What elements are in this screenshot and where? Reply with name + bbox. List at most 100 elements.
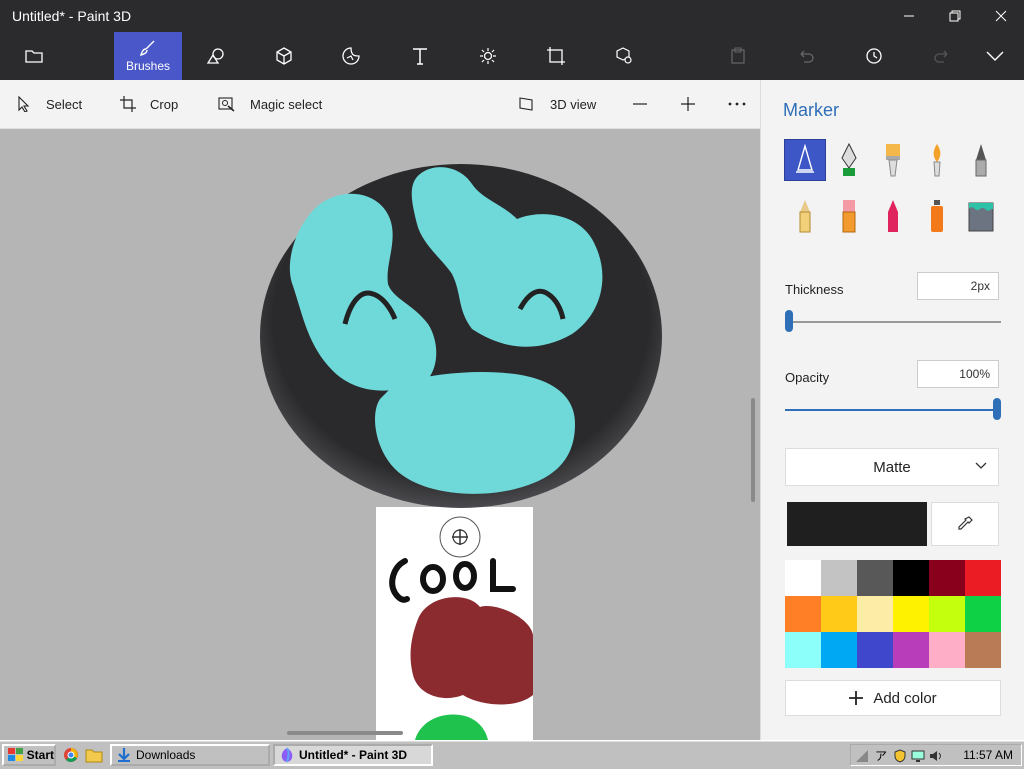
undo-icon — [800, 50, 814, 63]
brushes-tool-button[interactable]: Brushes — [114, 32, 182, 80]
explorer-quicklaunch-icon[interactable] — [85, 747, 103, 768]
crop-button[interactable]: Crop — [120, 80, 178, 128]
fill-bucket-button[interactable] — [961, 196, 1001, 236]
undo-button[interactable] — [772, 32, 840, 80]
oil-brush-button[interactable] — [873, 140, 913, 180]
shield-icon[interactable] — [893, 749, 907, 763]
history-icon — [866, 48, 882, 64]
eyedropper-icon — [958, 516, 973, 530]
restore-button[interactable] — [932, 0, 978, 32]
color-swatch[interactable] — [857, 632, 893, 668]
chevron-down-icon — [986, 51, 1004, 61]
start-label: Start — [26, 748, 54, 762]
downloads-taskbar-button[interactable]: Downloads — [110, 744, 270, 766]
zoom-in-button[interactable] — [680, 80, 710, 128]
marker-brush-button[interactable] — [784, 139, 826, 181]
start-button[interactable]: Start — [2, 744, 56, 766]
2d-shapes-tool-button[interactable] — [182, 32, 250, 80]
brush-icon — [139, 40, 155, 57]
calligraphy-pen-button[interactable] — [829, 140, 869, 180]
3d-library-icon — [616, 47, 632, 64]
eyedropper-button[interactable] — [931, 502, 999, 546]
more-options-button[interactable] — [728, 80, 760, 128]
watercolor-button[interactable] — [917, 140, 957, 180]
finish-dropdown[interactable]: Matte — [785, 448, 999, 486]
select-button[interactable]: Select — [16, 80, 82, 128]
eraser-button[interactable] — [829, 196, 869, 236]
text-tool-button[interactable] — [386, 32, 454, 80]
current-color-swatch[interactable] — [787, 502, 927, 546]
menu-button[interactable] — [0, 32, 68, 80]
volume-icon[interactable] — [929, 749, 943, 763]
monitor-icon[interactable] — [911, 749, 925, 763]
color-swatch[interactable] — [821, 560, 857, 596]
3d-library-tool-button[interactable] — [590, 32, 658, 80]
color-swatch[interactable] — [965, 560, 1001, 596]
history-button[interactable] — [840, 32, 908, 80]
color-swatch[interactable] — [929, 596, 965, 632]
color-swatch[interactable] — [893, 632, 929, 668]
color-swatch[interactable] — [929, 560, 965, 596]
color-swatch[interactable] — [965, 596, 1001, 632]
minimize-button[interactable] — [886, 0, 932, 32]
color-swatch[interactable] — [893, 596, 929, 632]
command-bar: Select Crop Magic select 3D view — [0, 80, 760, 129]
pixel-pen-button[interactable] — [961, 140, 1001, 180]
close-button[interactable] — [978, 0, 1024, 32]
color-swatch[interactable] — [857, 596, 893, 632]
paste-button[interactable] — [704, 32, 772, 80]
select-label: Select — [46, 96, 83, 112]
cursor-icon — [18, 96, 30, 112]
network-status-icon[interactable] — [855, 749, 869, 763]
thickness-slider-track[interactable] — [785, 321, 1001, 323]
color-swatch[interactable] — [785, 632, 821, 668]
opacity-slider-thumb[interactable] — [993, 398, 1001, 420]
3d-view-icon — [519, 97, 533, 111]
opacity-label: Opacity — [785, 370, 830, 385]
3d-view-button[interactable]: 3D view — [518, 80, 596, 128]
3d-shapes-tool-button[interactable] — [250, 32, 318, 80]
thickness-slider-thumb[interactable] — [785, 310, 794, 332]
magic-select-button[interactable]: Magic select — [218, 80, 322, 128]
color-swatch[interactable] — [893, 560, 929, 596]
paste-icon — [731, 47, 745, 64]
add-color-button[interactable]: Add color — [785, 680, 1001, 716]
ime-icon[interactable]: ア — [875, 747, 889, 763]
color-swatch[interactable] — [965, 632, 1001, 668]
brushes-label: Brushes — [125, 59, 171, 73]
spray-can-button[interactable] — [917, 196, 957, 236]
effects-tool-button[interactable] — [454, 32, 522, 80]
opacity-input[interactable]: 100% — [917, 360, 999, 388]
zoom-out-button[interactable] — [632, 80, 662, 128]
paint3d-taskbar-button[interactable]: Untitled* - Paint 3D — [273, 744, 433, 766]
crop-icon — [120, 96, 136, 112]
2d-shapes-icon — [206, 48, 224, 64]
color-swatch[interactable] — [785, 596, 821, 632]
horizontal-scrollbar[interactable] — [287, 731, 403, 735]
windows-logo-icon — [8, 748, 23, 761]
color-swatch[interactable] — [929, 632, 965, 668]
vertical-scrollbar[interactable] — [751, 398, 755, 502]
color-swatch[interactable] — [785, 560, 821, 596]
drawing-canvas[interactable] — [0, 129, 760, 740]
stickers-tool-button[interactable] — [318, 32, 386, 80]
folder-icon — [25, 50, 43, 63]
clock: 11:57 AM — [963, 748, 1013, 762]
finish-value: Matte — [873, 458, 911, 476]
crayon-button[interactable] — [873, 196, 913, 236]
restore-icon — [949, 10, 961, 22]
color-swatch[interactable] — [821, 596, 857, 632]
more-menu-button[interactable] — [966, 32, 1024, 80]
color-swatch[interactable] — [857, 560, 893, 596]
chrome-quicklaunch-icon[interactable] — [63, 747, 79, 768]
pencil-button[interactable] — [785, 196, 825, 236]
chevron-down-icon — [975, 462, 987, 469]
color-swatch[interactable] — [821, 632, 857, 668]
downloads-label: Downloads — [136, 748, 196, 762]
sticker-icon — [342, 47, 360, 65]
panel-title: Marker — [783, 100, 840, 120]
canvas-tool-button[interactable] — [522, 32, 590, 80]
sun-icon — [480, 48, 496, 64]
thickness-label: Thickness — [785, 282, 844, 297]
thickness-input[interactable]: 2px — [917, 272, 999, 300]
